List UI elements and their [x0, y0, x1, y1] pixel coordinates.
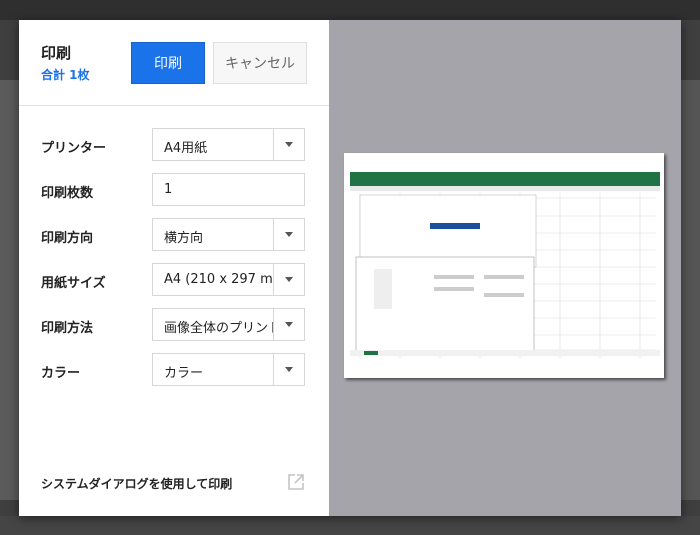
paper-size-select[interactable]: A4 (210 x 297 mm): [152, 263, 305, 296]
open-in-new-icon[interactable]: [287, 473, 305, 491]
chevron-down-icon: [285, 232, 293, 237]
page-total: 合計 1枚: [41, 68, 90, 82]
printer-value: A4用紙: [164, 141, 208, 156]
setting-row-orientation: 印刷方向 横方向: [19, 218, 329, 252]
print-method-select[interactable]: 画像全体のプリント: [152, 308, 305, 341]
printer-select[interactable]: A4用紙: [152, 128, 305, 161]
copies-input[interactable]: 1: [152, 173, 305, 206]
orientation-value: 横方向: [164, 231, 204, 246]
setting-row-color: カラー カラー: [19, 353, 329, 387]
orientation-select[interactable]: 横方向: [152, 218, 305, 251]
dialog-header: 印刷 合計 1枚 印刷 キャンセル: [19, 20, 329, 106]
setting-row-paper-size: 用紙サイズ A4 (210 x 297 mm): [19, 263, 329, 297]
settings-panel: 印刷 合計 1枚 印刷 キャンセル プリンター A4用紙 印刷枚数 1 印刷方向…: [19, 20, 329, 516]
print-method-label: 印刷方法: [41, 321, 94, 336]
chevron-down-icon: [285, 322, 293, 327]
print-preview-panel: [329, 20, 681, 516]
paper-size-label: 用紙サイズ: [41, 276, 106, 291]
color-dropdown-button[interactable]: [273, 354, 304, 385]
chevron-down-icon: [285, 142, 293, 147]
print-dialog: 印刷 合計 1枚 印刷 キャンセル プリンター A4用紙 印刷枚数 1 印刷方向…: [19, 20, 681, 516]
background-toolbar: [0, 0, 700, 20]
chevron-down-icon: [285, 367, 293, 372]
setting-row-print-method: 印刷方法 画像全体のプリント: [19, 308, 329, 342]
orientation-dropdown-button[interactable]: [273, 219, 304, 250]
color-select[interactable]: カラー: [152, 353, 305, 386]
copies-value: 1: [164, 182, 173, 197]
background-statusbar: [0, 516, 700, 535]
color-value: カラー: [164, 366, 204, 381]
printer-label: プリンター: [41, 141, 107, 156]
setting-row-copies: 印刷枚数 1: [19, 173, 329, 207]
printer-dropdown-button[interactable]: [273, 129, 304, 160]
background-left-strip: [0, 80, 19, 500]
background-right-strip: [681, 80, 700, 500]
copies-label: 印刷枚数: [41, 186, 94, 201]
color-label: カラー: [41, 366, 81, 381]
cancel-button[interactable]: キャンセル: [213, 42, 307, 84]
system-dialog-link[interactable]: システムダイアログを使用して印刷: [41, 475, 232, 492]
preview-page: [344, 153, 664, 378]
paper-size-value: A4 (210 x 297 mm): [164, 272, 274, 287]
preview-page-thumbnail: [350, 172, 660, 358]
paper-size-dropdown-button[interactable]: [273, 264, 304, 295]
print-method-dropdown-button[interactable]: [273, 309, 304, 340]
chevron-down-icon: [285, 277, 293, 282]
setting-row-printer: プリンター A4用紙: [19, 128, 329, 162]
print-method-value: 画像全体のプリント: [164, 321, 274, 336]
dialog-title: 印刷: [41, 44, 72, 62]
orientation-label: 印刷方向: [41, 231, 94, 246]
print-button[interactable]: 印刷: [131, 42, 205, 84]
